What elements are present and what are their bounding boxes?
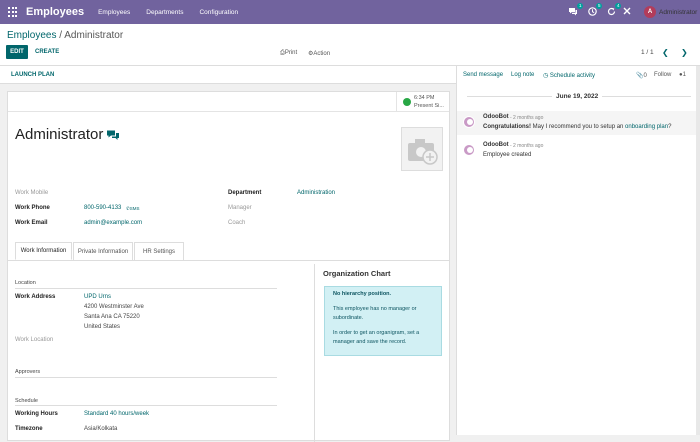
nav-configuration[interactable]: Configuration: [199, 9, 238, 16]
org-chart-alert: No hierarchy position. This employee has…: [324, 286, 442, 356]
user-menu[interactable]: Administrator: [659, 9, 697, 16]
location-section-title: Location: [15, 280, 36, 286]
breadcrumb: Employees / Administrator: [7, 30, 123, 41]
approvers-divider: [15, 377, 277, 378]
odoobot-avatar[interactable]: [463, 144, 475, 156]
location-divider: [15, 288, 277, 289]
employee-name: Administrator: [15, 126, 104, 143]
manager-label: Manager: [228, 205, 252, 211]
work-email-value[interactable]: admin@example.com: [84, 220, 142, 226]
chatter-message: OdooBot - 2 months ago Congratulations! …: [457, 111, 700, 135]
tab-private-information[interactable]: Private Information: [73, 242, 133, 260]
tab-hr-settings[interactable]: HR Settings: [134, 242, 184, 260]
camera-plus-icon: [408, 139, 438, 165]
pager-next-icon[interactable]: ❯: [681, 48, 688, 57]
org-chart-line-1: This employee has no manager or: [333, 306, 417, 312]
create-button[interactable]: CREATE: [35, 49, 59, 55]
department-label: Department: [228, 190, 262, 196]
pager-value[interactable]: 1 / 1: [641, 49, 654, 56]
send-message-button[interactable]: Send message: [463, 72, 503, 78]
schedule-divider: [15, 405, 277, 406]
org-chart-heading: No hierarchy position.: [333, 291, 392, 297]
close-tools-icon: [623, 7, 631, 15]
apps-menu-icon[interactable]: [8, 7, 18, 17]
followers-button[interactable]: ●1: [679, 72, 686, 78]
work-phone-value[interactable]: 800-590-4133: [84, 205, 121, 211]
sms-link[interactable]: ✆SMS: [126, 206, 140, 212]
employee-photo-placeholder[interactable]: [401, 127, 443, 171]
org-chart-line-4: manager and save the record.: [333, 339, 407, 345]
refresh-systray[interactable]: 4: [605, 3, 621, 17]
work-address-street: 4200 Westminster Ave: [84, 304, 144, 310]
message-author[interactable]: OdooBot: [483, 114, 509, 120]
presence-dot-icon: [403, 98, 411, 106]
approvers-section-title: Approvers: [15, 369, 41, 375]
work-location-label: Work Location: [15, 337, 54, 343]
onboarding-plan-link[interactable]: onboarding plan: [625, 124, 668, 130]
attachments-button[interactable]: 📎0: [636, 72, 647, 79]
work-address-country: United States: [84, 324, 121, 330]
form-sheet: 6:34 PM Present Si... Administrator Work…: [7, 91, 450, 442]
pager-previous-icon[interactable]: ❮: [662, 48, 669, 57]
work-address-name[interactable]: UPD Urns: [84, 294, 111, 300]
nav-employees[interactable]: Employees: [98, 9, 130, 16]
nav-departments[interactable]: Departments: [146, 9, 183, 16]
working-hours-value[interactable]: Standard 40 hours/week: [84, 411, 149, 417]
page-scrollbar[interactable]: [696, 66, 700, 435]
org-chart-line-3: In order to get an organigram, set a: [333, 330, 420, 336]
follow-button[interactable]: Follow: [654, 72, 671, 78]
work-email-label: Work Email: [15, 220, 48, 226]
work-address-label: Work Address: [15, 294, 56, 300]
schedule-activity-button[interactable]: ◷ Schedule activity: [543, 72, 595, 79]
working-hours-label: Working Hours: [15, 411, 58, 417]
activity-systray[interactable]: 5: [586, 3, 602, 17]
chat-bubbles-icon: [569, 7, 577, 15]
launch-plan-button[interactable]: LAUNCH PLAN: [11, 72, 54, 78]
schedule-section-title: Schedule: [15, 398, 38, 404]
org-chart-title: Organization Chart: [323, 269, 391, 278]
presence-time: 6:34 PM: [414, 95, 435, 101]
form-statusbar: LAUNCH PLAN: [0, 66, 456, 84]
action-menu[interactable]: ⚙Action: [308, 50, 330, 57]
work-mobile-label: Work Mobile: [15, 190, 49, 196]
edit-button[interactable]: EDIT: [6, 45, 28, 59]
app-title[interactable]: Employees: [26, 6, 84, 18]
clock-icon: [587, 6, 597, 16]
message-date: - 2 months ago: [510, 143, 544, 149]
message-body: Congratulations! May I recommend you to …: [483, 124, 672, 130]
breadcrumb-employees[interactable]: Employees: [7, 30, 56, 41]
message-date: - 2 months ago: [510, 115, 544, 121]
button-box: 6:34 PM Present Si...: [8, 92, 449, 112]
presence-button[interactable]: 6:34 PM Present Si...: [396, 92, 449, 112]
work-phone-label: Work Phone: [15, 205, 50, 211]
chatter: Send message Log note ◷ Schedule activit…: [456, 66, 700, 435]
org-chart-separator: [314, 264, 315, 442]
department-value[interactable]: Administration: [297, 190, 335, 196]
message-body: Employee created: [483, 152, 532, 158]
refresh-icon: [607, 7, 615, 15]
coach-label: Coach: [228, 220, 246, 226]
form-view: LAUNCH PLAN 6:34 PM Present Si... Admini…: [0, 66, 456, 442]
print-menu[interactable]: ⎙Print: [280, 50, 297, 57]
timezone-value[interactable]: Asia/Kolkata: [84, 426, 117, 432]
date-separator-label: June 19, 2022: [552, 93, 603, 100]
chat-systray[interactable]: 1: [567, 3, 583, 17]
org-chart-line-2: subordinate.: [333, 315, 364, 321]
odoobot-avatar[interactable]: [463, 116, 475, 128]
tabs-divider: [8, 260, 449, 261]
user-avatar[interactable]: A: [644, 6, 656, 18]
chatter-message: OdooBot - 2 months ago Employee created: [457, 139, 700, 163]
clock-icon: ◷: [543, 73, 549, 79]
timezone-label: Timezone: [15, 426, 43, 432]
log-note-button[interactable]: Log note: [511, 72, 534, 78]
breadcrumb-current: Administrator: [64, 30, 124, 41]
tools-systray[interactable]: [622, 5, 632, 17]
control-panel: Employees / Administrator EDIT CREATE ⎙P…: [0, 24, 700, 66]
tab-work-information[interactable]: Work Information: [15, 242, 72, 260]
message-author[interactable]: OdooBot: [483, 142, 509, 148]
work-address-city: Santa Ana CA 75220: [84, 314, 140, 320]
chat-icon[interactable]: [106, 129, 120, 141]
presence-status: Present Si...: [414, 103, 444, 109]
